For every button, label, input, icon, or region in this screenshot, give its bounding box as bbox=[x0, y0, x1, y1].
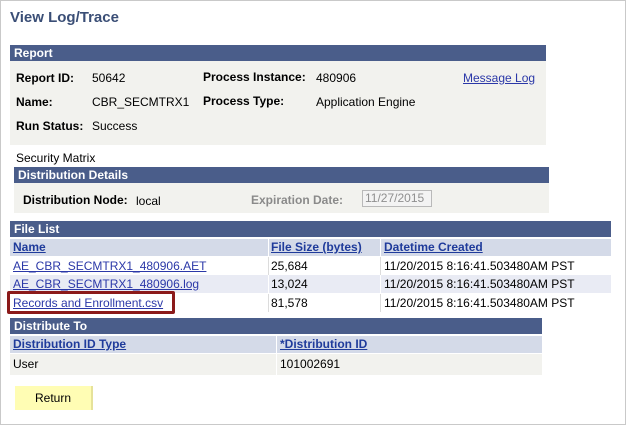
file-size: 13,024 bbox=[271, 277, 308, 291]
column-header-distribution-id-type[interactable]: Distribution ID Type bbox=[13, 337, 126, 351]
file-datetime: 11/20/2015 8:16:41.503480AM PST bbox=[384, 296, 575, 310]
distribute-to-row: User 101002691 bbox=[10, 354, 542, 375]
process-instance-label: Process Instance: bbox=[203, 70, 306, 84]
column-divider bbox=[276, 336, 277, 353]
column-header-file-size[interactable]: File Size (bytes) bbox=[271, 240, 362, 254]
column-divider bbox=[380, 294, 381, 312]
file-row: AE_CBR_SECMTRX1_480906.AET 25,684 11/20/… bbox=[10, 257, 611, 275]
return-button[interactable]: Return bbox=[15, 386, 93, 410]
file-size: 81,578 bbox=[271, 296, 308, 310]
file-datetime: 11/20/2015 8:16:41.503480AM PST bbox=[384, 277, 575, 291]
name-value: CBR_SECMTRX1 bbox=[92, 95, 190, 109]
highlight-box bbox=[7, 291, 175, 314]
column-divider bbox=[268, 275, 269, 293]
file-link[interactable]: AE_CBR_SECMTRX1_480906.AET bbox=[13, 259, 206, 273]
run-status-label: Run Status: bbox=[16, 119, 84, 133]
process-type-label: Process Type: bbox=[203, 94, 285, 108]
file-list-column-headers: Name File Size (bytes) Datetime Created bbox=[10, 239, 611, 256]
column-divider bbox=[276, 354, 277, 375]
distribution-node-label: Distribution Node: bbox=[23, 193, 128, 207]
file-size: 25,684 bbox=[271, 259, 308, 273]
expiration-date-label: Expiration Date: bbox=[251, 193, 344, 207]
run-status-value: Success bbox=[92, 119, 138, 133]
process-instance-value: 480906 bbox=[316, 71, 357, 85]
name-label: Name: bbox=[16, 95, 53, 109]
column-divider bbox=[380, 275, 381, 293]
column-header-datetime-created[interactable]: Datetime Created bbox=[384, 240, 483, 254]
page-title: View Log/Trace bbox=[10, 9, 119, 26]
distribution-id-type: User bbox=[13, 357, 39, 371]
column-divider bbox=[268, 257, 269, 275]
file-list-header: File List bbox=[10, 221, 611, 237]
column-header-name[interactable]: Name bbox=[13, 240, 46, 254]
expiration-date-field: 11/27/2015 bbox=[362, 190, 432, 207]
column-divider bbox=[380, 257, 381, 275]
message-log-link[interactable]: Message Log bbox=[463, 71, 535, 85]
report-id-value: 50642 bbox=[92, 71, 126, 85]
report-id-label: Report ID: bbox=[16, 71, 74, 85]
column-divider bbox=[268, 239, 269, 256]
distribution-id: 101002691 bbox=[280, 357, 341, 371]
distribution-details-panel: Distribution Node: local Expiration Date… bbox=[14, 183, 549, 213]
report-header: Report bbox=[10, 45, 546, 61]
column-header-distribution-id[interactable]: *Distribution ID bbox=[280, 337, 367, 351]
column-divider bbox=[268, 294, 269, 312]
file-link[interactable]: AE_CBR_SECMTRX1_480906.log bbox=[13, 277, 199, 291]
description-text: Security Matrix bbox=[16, 151, 96, 165]
distribution-details-header: Distribution Details bbox=[14, 167, 549, 183]
process-type-value: Application Engine bbox=[316, 95, 416, 109]
distribute-to-column-headers: Distribution ID Type *Distribution ID bbox=[10, 336, 542, 353]
column-divider bbox=[380, 239, 381, 256]
distribute-to-header: Distribute To bbox=[10, 318, 542, 334]
file-datetime: 11/20/2015 8:16:41.503480AM PST bbox=[384, 259, 575, 273]
distribution-node-value: local bbox=[136, 194, 161, 208]
report-panel: Report ID: 50642 Process Instance: 48090… bbox=[10, 61, 546, 145]
